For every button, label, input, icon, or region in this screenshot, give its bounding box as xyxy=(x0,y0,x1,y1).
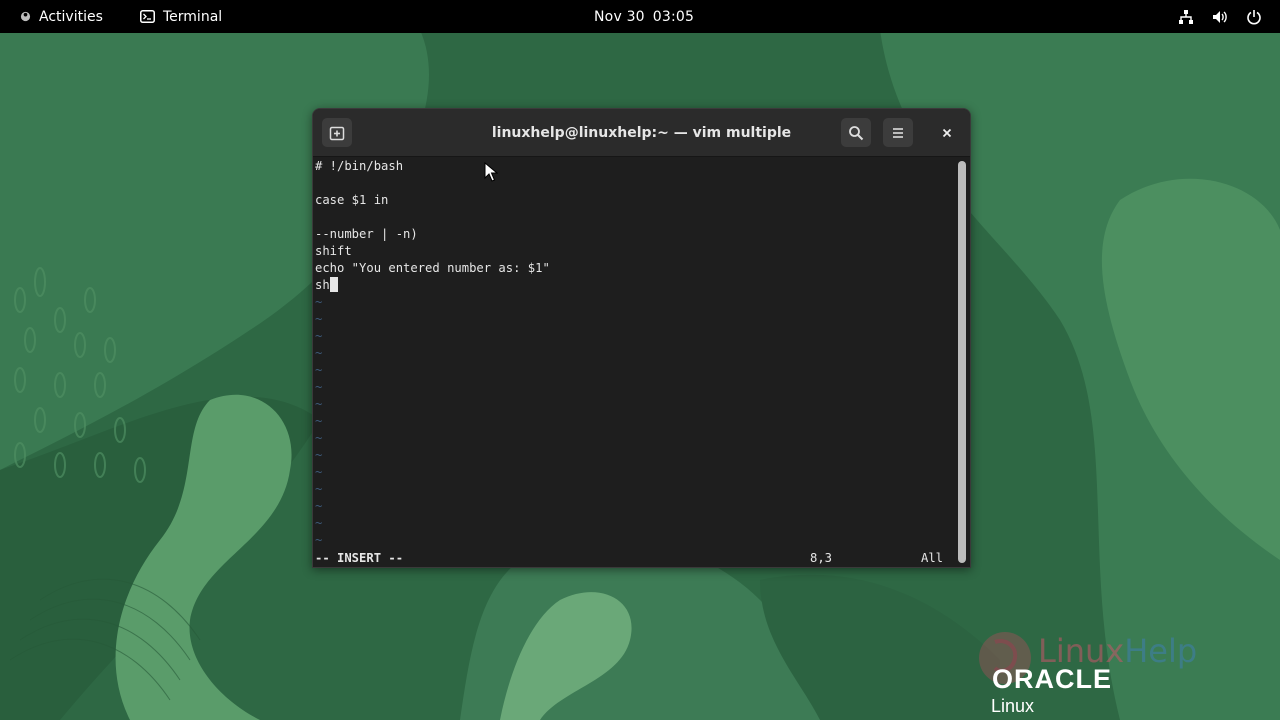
vim-mode-indicator: -- INSERT -- xyxy=(315,551,404,565)
code-line: case $1 in xyxy=(315,193,389,207)
activities-label: Activities xyxy=(39,8,103,25)
code-line: shift xyxy=(315,244,352,258)
text-cursor xyxy=(329,277,338,292)
terminal-icon xyxy=(140,10,155,23)
tilde-marker: ~ xyxy=(315,329,323,343)
window-title: linuxhelp@linuxhelp:~ — vim multiple xyxy=(491,124,792,141)
scroll-indicator: All xyxy=(921,551,944,565)
window-titlebar[interactable]: linuxhelp@linuxhelp:~ — vim multiple xyxy=(313,109,970,157)
tilde-marker: ~ xyxy=(315,380,323,394)
tilde-marker: ~ xyxy=(315,533,323,547)
system-tray[interactable] xyxy=(1178,0,1262,33)
search-button[interactable] xyxy=(841,118,871,147)
close-button[interactable] xyxy=(932,118,962,147)
clock-time: 03:05 xyxy=(652,8,695,25)
tilde-marker: ~ xyxy=(315,295,323,309)
network-icon xyxy=(1179,9,1193,24)
code-line-current: sh xyxy=(315,277,338,294)
clock-date: Nov 30 xyxy=(594,8,645,25)
oracle-logo-text: ORACLE xyxy=(992,664,1112,694)
close-icon xyxy=(942,128,952,137)
clock-button[interactable]: Nov 30 03:05 xyxy=(594,0,694,33)
power-icon xyxy=(1247,9,1261,24)
tilde-marker: ~ xyxy=(315,397,323,411)
terminal-scrollbar[interactable] xyxy=(958,161,966,563)
tilde-marker: ~ xyxy=(315,363,323,377)
current-line-text: sh xyxy=(315,278,330,292)
code-line: # !/bin/bash xyxy=(315,159,404,173)
hamburger-menu-icon xyxy=(893,127,903,138)
menu-button[interactable] xyxy=(883,118,913,147)
tilde-marker: ~ xyxy=(315,482,323,496)
watermark-help: Help xyxy=(1124,632,1198,670)
tilde-marker: ~ xyxy=(315,448,323,462)
tilde-marker: ~ xyxy=(315,516,323,530)
vim-editor[interactable]: # !/bin/bash case $1 in --number | -n) s… xyxy=(313,157,954,567)
mouse-pointer-icon xyxy=(484,162,498,182)
tilde-marker: ~ xyxy=(315,312,323,326)
tilde-marker: ~ xyxy=(315,465,323,479)
tilde-marker: ~ xyxy=(315,414,323,428)
app-menu-button[interactable]: Terminal xyxy=(140,0,222,33)
app-name: Terminal xyxy=(163,8,223,25)
new-tab-icon xyxy=(329,126,345,140)
search-icon xyxy=(849,125,864,140)
tilde-marker: ~ xyxy=(315,346,323,360)
tilde-marker: ~ xyxy=(315,431,323,445)
code-line: echo "You entered number as: $1" xyxy=(315,261,550,275)
cursor-position: 8,3 xyxy=(810,551,833,565)
oracle-linux-label: Linux xyxy=(991,696,1035,716)
volume-icon xyxy=(1213,10,1227,23)
new-tab-button[interactable] xyxy=(322,118,352,147)
top-bar: Activities Terminal Nov 30 03:05 xyxy=(0,0,1280,33)
activities-button[interactable]: Activities xyxy=(20,0,103,33)
code-line: --number | -n) xyxy=(315,227,418,241)
activities-icon xyxy=(20,11,31,22)
terminal-window[interactable]: linuxhelp@linuxhelp:~ — vim multiple # !… xyxy=(312,108,971,568)
tilde-marker: ~ xyxy=(315,499,323,513)
